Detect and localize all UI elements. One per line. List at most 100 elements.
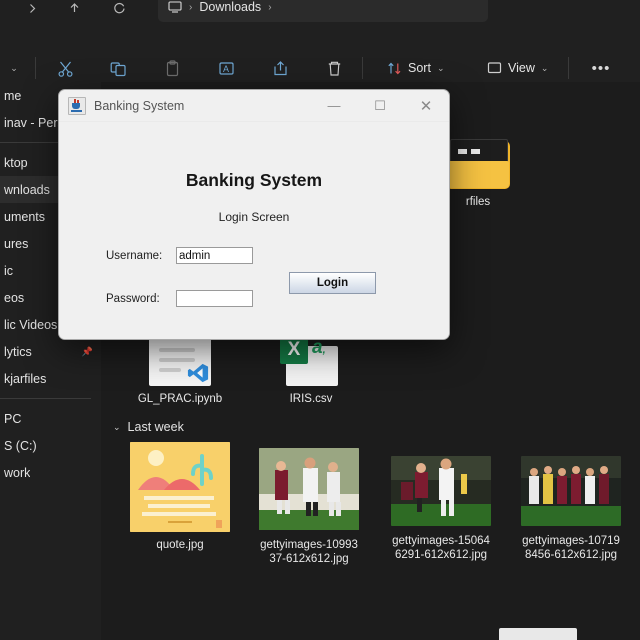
toolbar-divider-1 (35, 57, 36, 79)
file-label: GL_PRAC.ipynb (137, 393, 223, 405)
close-button[interactable]: ✕ (403, 90, 449, 121)
minimize-button[interactable]: — (311, 90, 357, 121)
sidebar-item-label: wnloads (4, 182, 50, 197)
sidebar-item-network[interactable]: work (0, 459, 101, 486)
svg-text:A: A (223, 64, 229, 74)
file-label: gettyimages-107198456-612x612.jpg (522, 535, 620, 561)
folder-thumbnail (443, 131, 513, 189)
dialog-title-bar[interactable]: Banking System — ☐ ✕ (59, 90, 449, 122)
command-bar: ⌄ A Sort ⌄ View ⌄ ••• (0, 27, 640, 82)
file-label: gettyimages-150646291-612x612.jpg (392, 535, 490, 561)
clipboard-icon (164, 59, 181, 77)
sort-button[interactable]: Sort ⌄ (378, 52, 453, 84)
file-tile-partial[interactable] (499, 628, 577, 640)
view-button[interactable]: View ⌄ (478, 52, 557, 84)
sidebar-item-label: ures (4, 236, 29, 251)
sidebar-item-label: PC (4, 411, 22, 426)
scissors-icon (57, 60, 74, 77)
sidebar-item-label: eos (4, 290, 25, 305)
username-row: Username: (106, 247, 253, 264)
delete-button[interactable] (317, 52, 351, 84)
sidebar-item-label: ktop (4, 155, 28, 170)
password-input[interactable] (176, 290, 253, 307)
toolbar-divider-3 (568, 57, 569, 79)
breadcrumb-separator-2[interactable]: › (268, 2, 271, 13)
file-tile-getty-107198456[interactable]: gettyimages-107198456-612x612.jpg (516, 454, 626, 562)
image-thumbnail (257, 446, 361, 532)
sidebar-item-label: lytics (4, 344, 32, 359)
toolbar-divider-2 (362, 57, 363, 79)
refresh-button[interactable] (105, 0, 133, 22)
more-options-button[interactable]: ••• (585, 52, 617, 84)
view-monitor-icon (487, 61, 502, 75)
quote-image (130, 442, 230, 532)
copy-button[interactable] (101, 52, 135, 84)
navigation-bar: › Downloads › (0, 0, 640, 27)
chevron-down-icon: ⌄ (113, 421, 121, 432)
image-thumbnail (128, 442, 232, 532)
file-label: IRIS.csv (289, 393, 333, 405)
sidebar-item-label: inav - Pers (4, 115, 64, 130)
sidebar-item-label: work (4, 465, 31, 480)
breadcrumb[interactable]: › Downloads › (158, 0, 488, 22)
excel-icon: X a, (280, 336, 342, 386)
java-coffee-cup-icon (68, 96, 86, 115)
sidebar-item-this-pc[interactable]: PC (0, 405, 101, 432)
banking-system-dialog[interactable]: Banking System — ☐ ✕ Banking System Logi… (58, 89, 450, 340)
photo-image (259, 448, 359, 530)
login-button[interactable]: Login (289, 272, 376, 294)
group-header-last-week[interactable]: ⌄ Last week (113, 420, 184, 434)
sidebar-item-windows-c[interactable]: S (C:) (0, 432, 101, 459)
sidebar-item-label: lic Videos (4, 317, 58, 332)
cut-button[interactable] (48, 52, 82, 84)
sidebar-item-analytics[interactable]: lytics 📌 (0, 338, 101, 365)
sidebar-divider (0, 398, 91, 399)
sidebar-item-label: kjarfiles (4, 371, 47, 386)
rename-button[interactable]: A (209, 52, 243, 84)
username-label: Username: (106, 249, 163, 262)
sidebar-item-label: me (4, 88, 22, 103)
trash-icon (326, 60, 343, 77)
chevron-down-icon: ⌄ (540, 62, 549, 73)
image-thumbnail (389, 454, 493, 528)
forward-button[interactable] (18, 0, 46, 22)
file-tile-getty-1099337[interactable]: gettyimages-1099337-612x612.jpg (254, 446, 364, 566)
dialog-title: Banking System (94, 98, 185, 113)
sidebar-item-label: ic (4, 263, 14, 278)
file-label: quote.jpg (156, 539, 204, 551)
chevron-down-icon: ⌄ (436, 62, 445, 73)
paste-button (155, 52, 189, 84)
breadcrumb-separator-1: › (189, 1, 193, 13)
photo-image (391, 456, 491, 526)
password-label: Password: (106, 292, 160, 305)
vscode-icon (187, 363, 209, 383)
username-input[interactable] (176, 247, 253, 264)
sort-label: Sort (408, 61, 431, 75)
maximize-button[interactable]: ☐ (357, 90, 403, 121)
sidebar-item-label: S (C:) (4, 438, 37, 453)
image-thumbnail (519, 454, 623, 528)
file-tile-getty-150646291[interactable]: gettyimages-150646291-612x612.jpg (386, 454, 496, 562)
sort-arrows-icon (387, 61, 402, 76)
share-icon (272, 60, 289, 77)
breadcrumb-current[interactable]: Downloads (199, 0, 261, 14)
dialog-body: Banking System Login Screen Username: Pa… (59, 122, 449, 339)
password-row: Password: (106, 290, 253, 307)
document-icon (149, 336, 211, 386)
folder-icon (446, 139, 510, 189)
copy-icon (110, 60, 127, 77)
this-pc-icon (168, 1, 182, 13)
sidebar-item-label: uments (4, 209, 45, 224)
file-tile-quote-jpg[interactable]: quote.jpg (125, 442, 235, 552)
file-label: gettyimages-1099337-612x612.jpg (260, 539, 358, 565)
pin-icon: 📌 (81, 346, 93, 356)
rename-icon: A (218, 60, 235, 77)
window-controls: — ☐ ✕ (311, 90, 449, 121)
new-button[interactable]: ⌄ (0, 52, 34, 84)
share-button[interactable] (263, 52, 297, 84)
photo-image (521, 456, 621, 526)
up-button[interactable] (60, 0, 88, 22)
view-label: View (508, 61, 535, 75)
group-label: Last week (127, 420, 184, 434)
sidebar-item-checkjarfiles[interactable]: kjarfiles (0, 365, 101, 392)
